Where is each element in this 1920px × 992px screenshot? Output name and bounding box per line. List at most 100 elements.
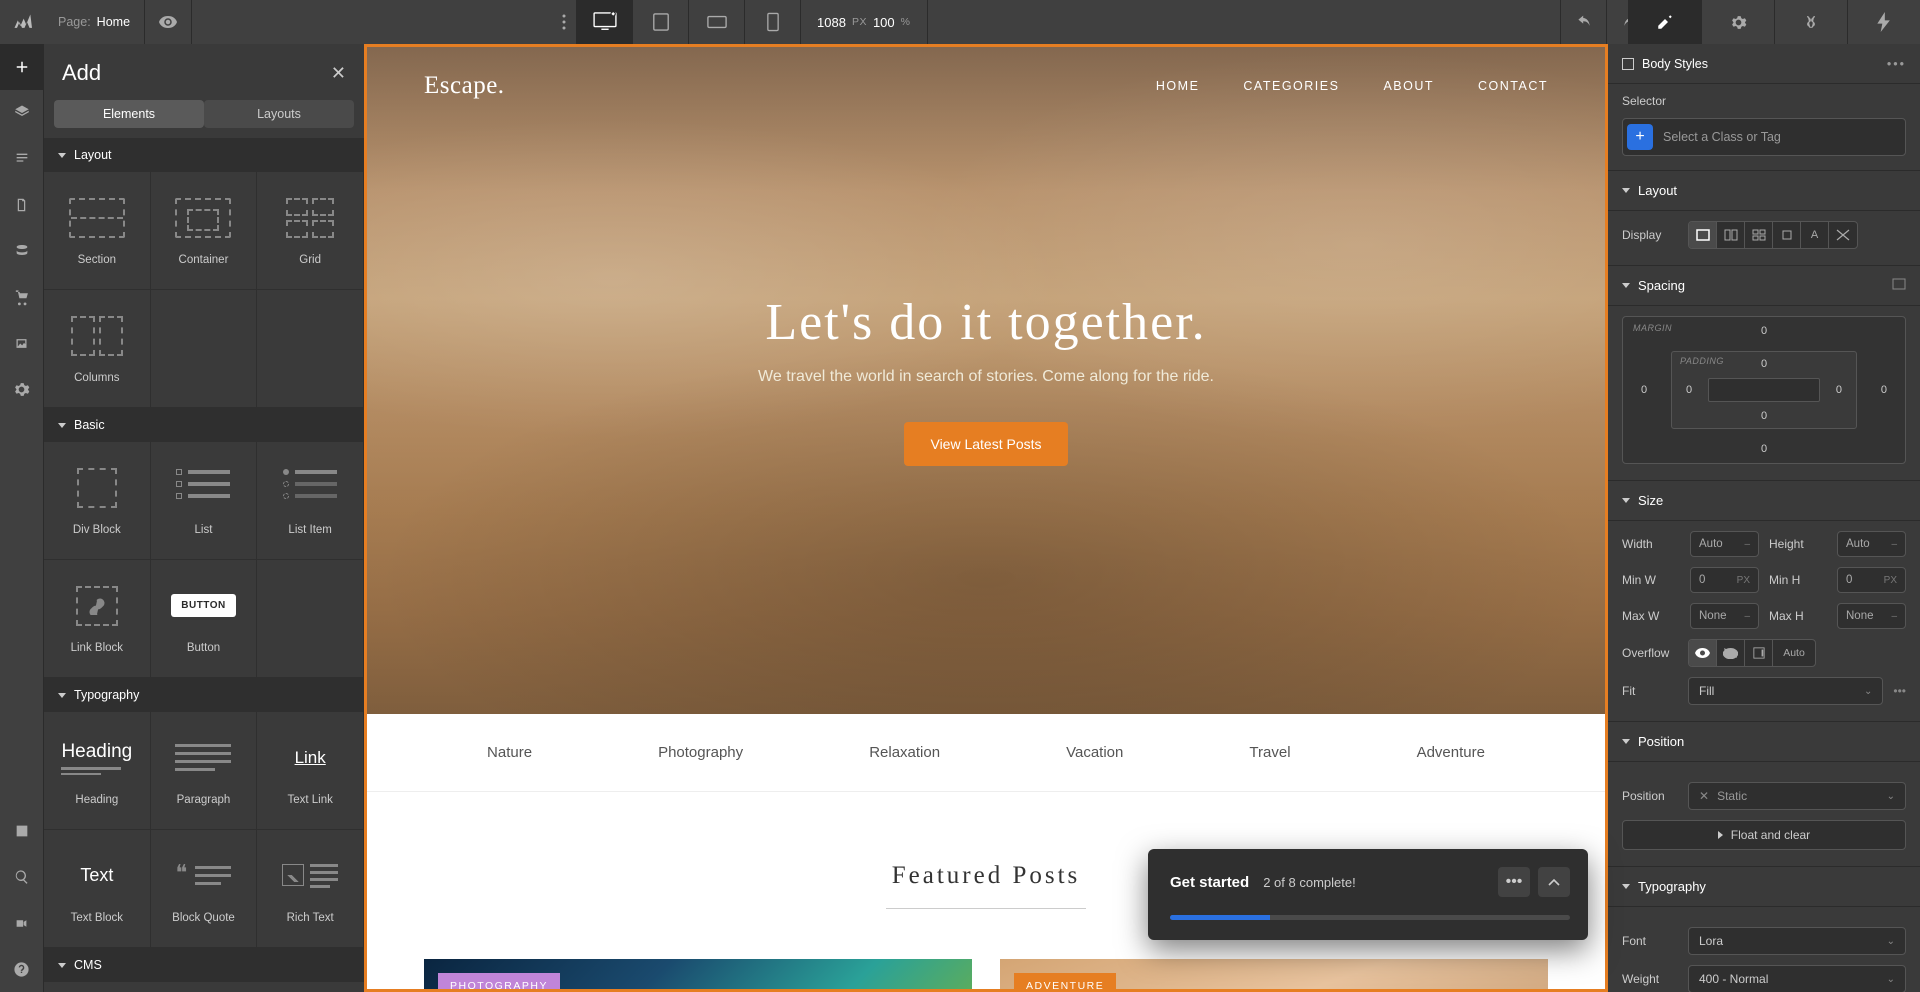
element-div-block[interactable]: Div Block: [44, 442, 151, 560]
help-tab[interactable]: [0, 946, 44, 992]
nav-link[interactable]: CONTACT: [1478, 79, 1548, 93]
breakpoint-menu[interactable]: [552, 0, 577, 44]
spacing-editor[interactable]: MARGIN 0 0 0 0 PADDING 0 0 0 0: [1622, 316, 1906, 464]
display-none[interactable]: [1829, 222, 1857, 248]
minh-input[interactable]: 0PX: [1837, 567, 1906, 593]
element-section[interactable]: Section: [44, 172, 151, 290]
element-text-link[interactable]: Link Text Link: [257, 712, 364, 830]
position-select[interactable]: ✕Static ⌄: [1688, 782, 1906, 810]
margin-top[interactable]: 0: [1761, 325, 1767, 337]
element-block-quote[interactable]: ❝ Block Quote: [151, 830, 258, 948]
toast-collapse-button[interactable]: [1538, 867, 1570, 897]
site-logo[interactable]: Escape.: [424, 72, 505, 100]
device-mobile-landscape[interactable]: [689, 0, 745, 44]
display-inline-block[interactable]: [1773, 222, 1801, 248]
style-manager-tab[interactable]: [1774, 0, 1847, 44]
cms-tab[interactable]: [0, 228, 44, 274]
section-typography-header[interactable]: Typography: [44, 678, 364, 712]
element-columns[interactable]: Columns: [44, 290, 151, 408]
search-tab[interactable]: [0, 854, 44, 900]
overflow-auto[interactable]: Auto: [1773, 640, 1815, 666]
element-rich-text[interactable]: Rich Text: [257, 830, 364, 948]
category-link[interactable]: Adventure: [1417, 744, 1485, 761]
overflow-scroll[interactable]: [1745, 640, 1773, 666]
padding-right[interactable]: 0: [1836, 384, 1842, 396]
float-clear-toggle[interactable]: Float and clear: [1622, 820, 1906, 850]
post-card[interactable]: PHOTOGRAPHY: [424, 959, 972, 992]
category-link[interactable]: Travel: [1249, 744, 1290, 761]
padding-top[interactable]: 0: [1761, 358, 1767, 370]
toast-more-button[interactable]: •••: [1498, 867, 1530, 897]
interactions-tab[interactable]: [1847, 0, 1920, 44]
post-card[interactable]: ADVENTURE: [1000, 959, 1548, 992]
layout-section-header[interactable]: Layout: [1608, 171, 1920, 211]
element-heading[interactable]: Heading Heading: [44, 712, 151, 830]
hero-cta-button[interactable]: View Latest Posts: [904, 422, 1067, 466]
position-section-header[interactable]: Position: [1608, 722, 1920, 762]
section-cms-header[interactable]: CMS: [44, 948, 364, 982]
nav-link[interactable]: CATEGORIES: [1243, 79, 1339, 93]
width-input[interactable]: Auto–: [1690, 531, 1759, 557]
fit-select[interactable]: Fill⌄: [1688, 677, 1883, 705]
tab-layouts[interactable]: Layouts: [204, 100, 354, 128]
style-tab[interactable]: [1628, 0, 1701, 44]
hero-subtitle[interactable]: We travel the world in search of stories…: [758, 368, 1214, 386]
nav-link[interactable]: ABOUT: [1383, 79, 1434, 93]
minw-input[interactable]: 0PX: [1690, 567, 1759, 593]
padding-bottom[interactable]: 0: [1761, 410, 1767, 422]
section-layout-header[interactable]: Layout: [44, 138, 364, 172]
close-icon[interactable]: ✕: [331, 63, 346, 84]
element-text-block[interactable]: Text Text Block: [44, 830, 151, 948]
weight-select[interactable]: 400 - Normal⌄: [1688, 965, 1906, 992]
font-select[interactable]: Lora⌄: [1688, 927, 1906, 955]
hero-section[interactable]: Escape. HOME CATEGORIES ABOUT CONTACT Le…: [364, 44, 1608, 714]
element-link-block[interactable]: Link Block: [44, 560, 151, 678]
page-selector[interactable]: Page: Home: [44, 0, 145, 44]
nav-link[interactable]: HOME: [1156, 79, 1200, 93]
category-link[interactable]: Photography: [658, 744, 743, 761]
display-inline[interactable]: A: [1801, 222, 1829, 248]
element-button[interactable]: BUTTON Button: [151, 560, 258, 678]
maxw-input[interactable]: None–: [1690, 603, 1759, 629]
preview-toggle[interactable]: [145, 0, 192, 44]
margin-bottom[interactable]: 0: [1761, 443, 1767, 455]
overflow-hidden[interactable]: [1717, 640, 1745, 666]
video-tab[interactable]: [0, 900, 44, 946]
add-elements-tab[interactable]: [0, 44, 44, 90]
more-icon[interactable]: •••: [1893, 684, 1906, 698]
display-grid[interactable]: [1745, 222, 1773, 248]
category-link[interactable]: Relaxation: [869, 744, 940, 761]
ecommerce-tab[interactable]: [0, 274, 44, 320]
device-mobile[interactable]: [745, 0, 801, 44]
pages-tab[interactable]: [0, 136, 44, 182]
overflow-visible[interactable]: [1689, 640, 1717, 666]
settings-tab[interactable]: [0, 366, 44, 412]
category-link[interactable]: Nature: [487, 744, 532, 761]
element-list-item[interactable]: List Item: [257, 442, 364, 560]
size-section-header[interactable]: Size: [1608, 481, 1920, 521]
tab-elements[interactable]: Elements: [54, 100, 204, 128]
assets-tab[interactable]: [0, 320, 44, 366]
device-tablet[interactable]: [633, 0, 689, 44]
plus-icon[interactable]: +: [1627, 124, 1653, 150]
element-list[interactable]: List: [151, 442, 258, 560]
element-settings-tab[interactable]: [1701, 0, 1774, 44]
display-flex[interactable]: [1717, 222, 1745, 248]
canvas-dimensions[interactable]: 1088 PX 100 %: [801, 0, 927, 44]
element-paragraph[interactable]: Paragraph: [151, 712, 258, 830]
element-container[interactable]: Container: [151, 172, 258, 290]
typography-section-header[interactable]: Typography: [1608, 867, 1920, 907]
height-input[interactable]: Auto–: [1837, 531, 1906, 557]
display-block[interactable]: [1689, 222, 1717, 248]
padding-left[interactable]: 0: [1686, 384, 1692, 396]
maxh-input[interactable]: None–: [1837, 603, 1906, 629]
post-tag[interactable]: ADVENTURE: [1014, 973, 1116, 992]
page-tab[interactable]: [0, 182, 44, 228]
more-icon[interactable]: •••: [1887, 57, 1906, 71]
body-styles-bar[interactable]: Body Styles •••: [1608, 44, 1920, 84]
spacing-section-header[interactable]: Spacing: [1608, 266, 1920, 306]
element-grid[interactable]: Grid: [257, 172, 364, 290]
margin-left[interactable]: 0: [1641, 384, 1647, 396]
expand-icon[interactable]: [1892, 278, 1906, 293]
hero-title[interactable]: Let's do it together.: [765, 293, 1206, 352]
